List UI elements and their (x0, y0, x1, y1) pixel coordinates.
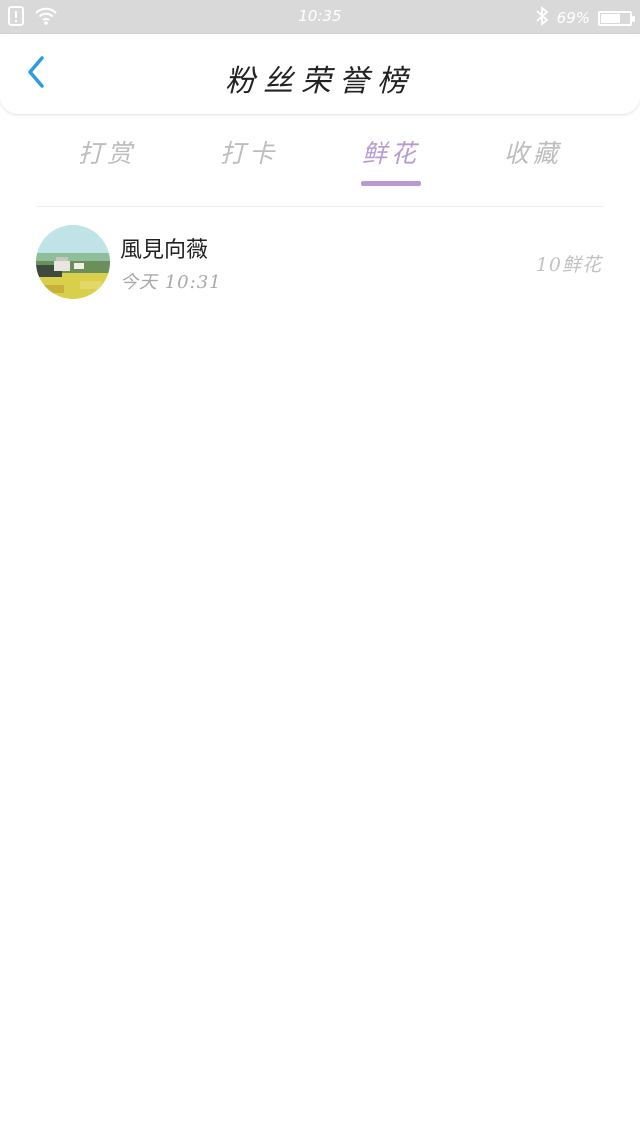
battery-percent: 69% (556, 9, 590, 27)
active-tab-indicator (361, 181, 421, 186)
tab-reward[interactable]: 打赏 (36, 128, 178, 188)
tab-label: 收藏 (503, 139, 562, 168)
status-bar: 10:35 69% (0, 0, 640, 34)
tab-label: 打赏 (77, 139, 136, 168)
avatar[interactable] (36, 225, 110, 299)
page-title: 粉丝荣誉榜 (225, 64, 415, 99)
header: 粉丝荣誉榜 (0, 34, 640, 114)
user-name: 風見向薇 (120, 238, 209, 263)
status-right-icons: 69% (535, 6, 635, 30)
tab-flowers[interactable]: 鲜花 (320, 128, 462, 188)
list-item[interactable]: 風見向薇 今天 10:31 10鲜花 (0, 220, 640, 306)
battery-level (601, 13, 621, 23)
tab-label: 鲜花 (361, 139, 420, 168)
tab-favorites[interactable]: 收藏 (462, 128, 604, 188)
flower-count: 10鲜花 (535, 254, 602, 276)
tabs-divider (36, 206, 604, 207)
item-time: 今天 10:31 (120, 272, 222, 293)
bluetooth-icon (535, 6, 549, 30)
tab-checkin[interactable]: 打卡 (178, 128, 320, 188)
battery-icon (598, 10, 635, 26)
tab-bar: 打赏 打卡 鲜花 收藏 (36, 128, 604, 188)
tab-label: 打卡 (219, 139, 278, 168)
